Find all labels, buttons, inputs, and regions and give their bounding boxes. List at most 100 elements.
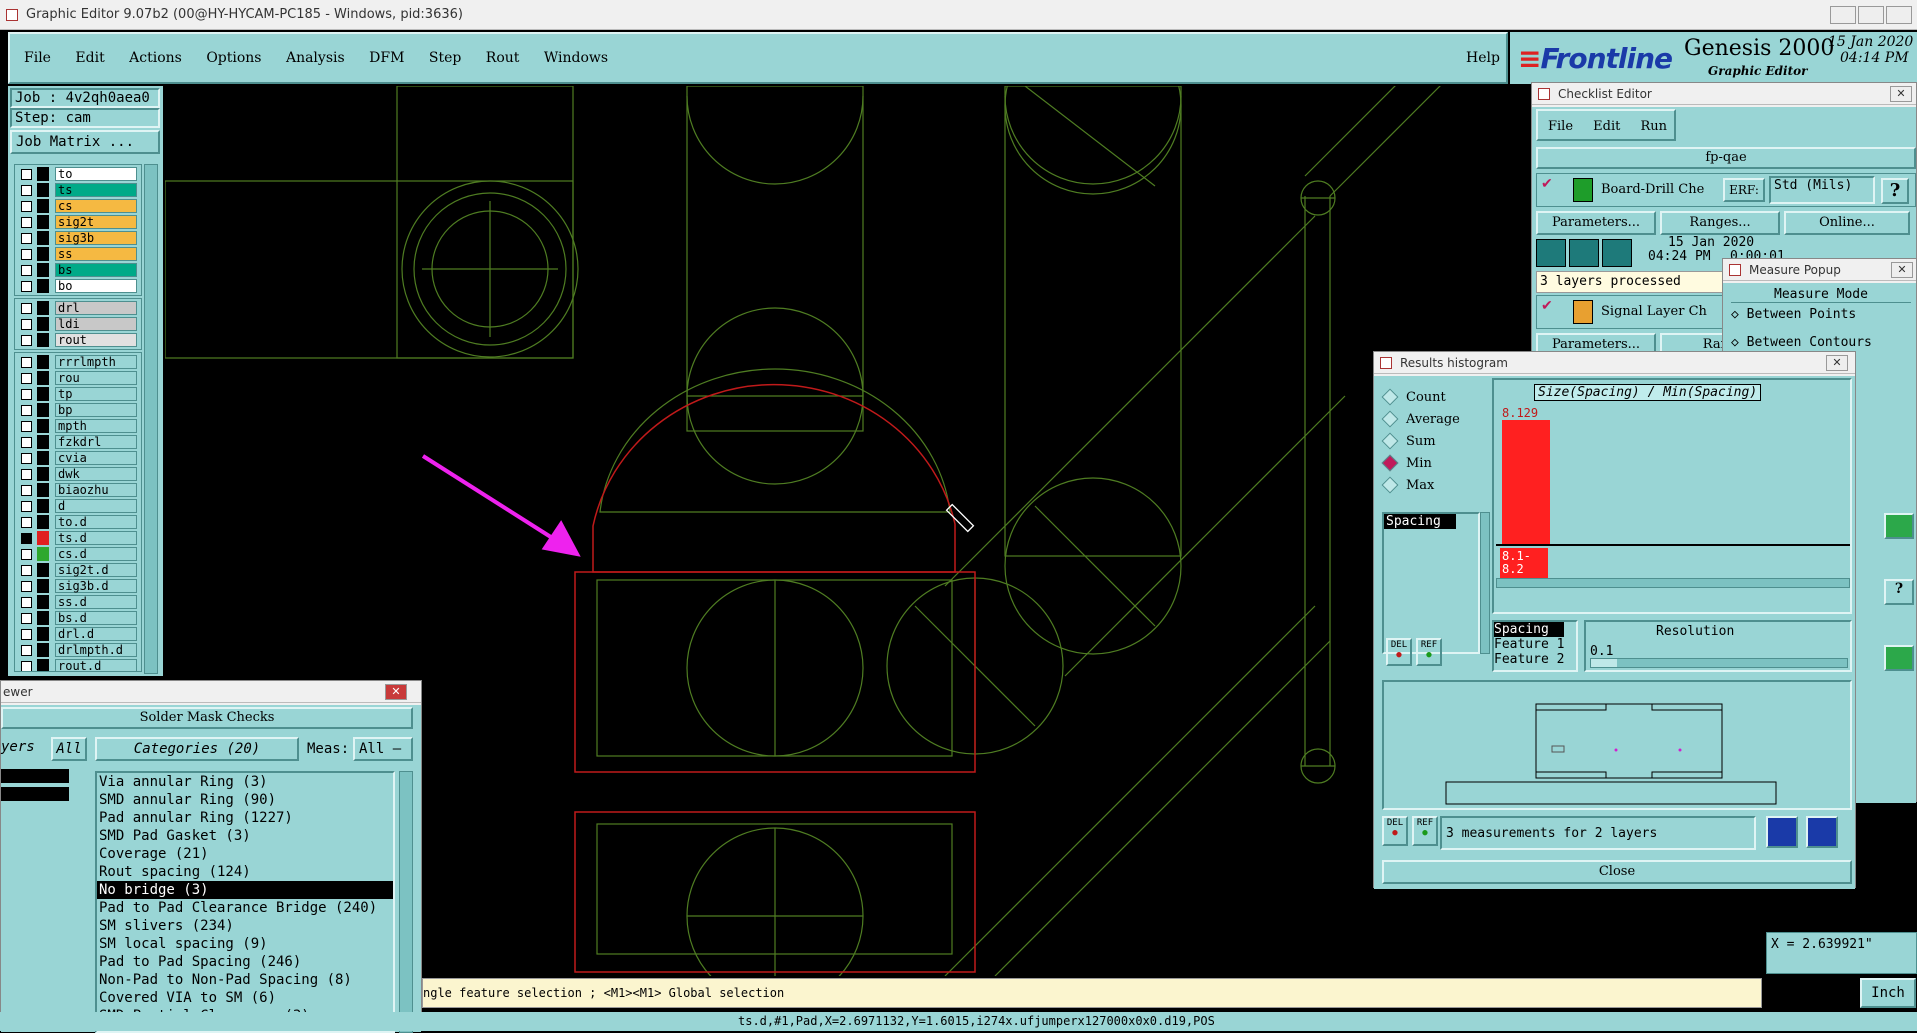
import-icon[interactable] (1806, 816, 1838, 848)
menu-actions[interactable]: Actions (129, 50, 182, 66)
layer-name[interactable]: bs (55, 263, 137, 277)
layer-color-swatch[interactable] (37, 419, 49, 433)
layer-name[interactable]: to (55, 167, 137, 181)
close-button[interactable] (1886, 6, 1912, 24)
layer-color-swatch[interactable] (37, 317, 49, 331)
layer-checkbox[interactable] (20, 280, 32, 292)
layer-color-swatch[interactable] (37, 531, 49, 545)
aggregate-radio[interactable]: Max (1381, 474, 1484, 496)
aggregate-radio[interactable]: Sum (1381, 430, 1484, 452)
layer-checkbox[interactable] (20, 644, 32, 656)
layer-color-swatch[interactable] (37, 563, 49, 577)
menu-dfm[interactable]: DFM (369, 50, 404, 66)
layer-name[interactable]: sig3b (55, 231, 137, 245)
menu-edit[interactable]: Edit (75, 50, 104, 66)
menu-help[interactable]: Help (1466, 50, 1500, 66)
layer-row[interactable]: to.d (15, 514, 141, 530)
layer-name[interactable]: drlmpth.d (55, 643, 137, 657)
meas-dropdown[interactable]: All ‒ (353, 737, 413, 761)
layer-name[interactable]: sig2t (55, 215, 137, 229)
layer-row[interactable]: drl.d (15, 626, 141, 642)
layer-row[interactable]: cs (15, 198, 141, 214)
layer-name[interactable]: tp (55, 387, 137, 401)
layer-row[interactable]: drl (15, 300, 141, 316)
layer-checkbox[interactable] (20, 628, 32, 640)
layer-color-swatch[interactable] (37, 659, 49, 671)
layer-checkbox[interactable] (20, 200, 32, 212)
sel-item[interactable]: Feature 2 (1494, 652, 1576, 667)
layer-name[interactable]: biaozhu (55, 483, 137, 497)
categories-list[interactable]: Via annular Ring (3) SMD annular Ring (90… (95, 771, 395, 1033)
selection-list[interactable]: Spacing Feature 1 Feature 2 (1492, 620, 1578, 672)
menu-options[interactable]: Options (206, 50, 261, 66)
layer-color-swatch[interactable] (37, 627, 49, 641)
layer-checkbox[interactable] (20, 388, 32, 400)
layers-all-button[interactable]: All (51, 737, 87, 761)
layer-row[interactable]: ts.d (15, 530, 141, 546)
layer-checkbox[interactable] (20, 596, 32, 608)
layer-checkbox[interactable] (20, 436, 32, 448)
category-item[interactable]: Pad to Pad Clearance Bridge (240) (97, 899, 393, 917)
layer-color-swatch[interactable] (37, 355, 49, 369)
layer-scrollbar[interactable] (144, 164, 158, 674)
layer-color-swatch[interactable] (37, 451, 49, 465)
layer-color-swatch[interactable] (37, 611, 49, 625)
layer-name[interactable]: rou (55, 371, 137, 385)
layer-color-swatch[interactable] (37, 403, 49, 417)
categories-scrollbar[interactable] (399, 771, 413, 1033)
layer-checkbox[interactable] (20, 264, 32, 276)
checklist-menu-run[interactable]: Run (1641, 119, 1668, 134)
zoom-button-2[interactable] (1884, 645, 1914, 671)
layer-color-swatch[interactable] (37, 547, 49, 561)
layer-color-swatch[interactable] (37, 515, 49, 529)
measure-list-item[interactable]: Spacing (1384, 514, 1456, 529)
layer-name[interactable]: rout.d (55, 659, 137, 671)
category-item[interactable]: Pad to Pad Spacing (246) (97, 953, 393, 971)
aggregate-radio[interactable]: Count (1381, 386, 1484, 408)
layer-color-swatch[interactable] (37, 247, 49, 261)
layer-name[interactable]: sig3b.d (55, 579, 137, 593)
aggregate-radio[interactable]: Average (1381, 408, 1484, 430)
sel-item[interactable]: Feature 1 (1494, 637, 1576, 652)
erf-button[interactable]: ERF: (1723, 178, 1765, 202)
category-item[interactable]: SMD annular Ring (90) (97, 791, 393, 809)
layer-checkbox[interactable] (20, 548, 32, 560)
categories-button[interactable]: Categories (20) (95, 737, 299, 761)
category-item[interactable]: Pad annular Ring (1227) (97, 809, 393, 827)
export-icon[interactable] (1766, 816, 1798, 848)
layer-color-swatch[interactable] (37, 387, 49, 401)
layer-name[interactable]: cvia (55, 451, 137, 465)
resolution-slider[interactable] (1590, 658, 1848, 668)
between-points-option[interactable]: ◇ Between Points (1731, 307, 1856, 322)
del-button-2[interactable]: DEL ● (1382, 816, 1408, 846)
measure-close-button[interactable]: ✕ (1891, 262, 1913, 278)
layer-name[interactable]: ts.d (55, 531, 137, 545)
layer-name[interactable]: bs.d (55, 611, 137, 625)
zoom-button[interactable] (1884, 513, 1914, 539)
graph-hscrollbar[interactable] (1496, 578, 1850, 588)
job-matrix-button[interactable]: Job Matrix ... (10, 130, 160, 154)
layer-checkbox[interactable] (20, 500, 32, 512)
layer-row[interactable]: cs.d (15, 546, 141, 562)
layer-row[interactable]: bo (15, 278, 141, 294)
help-button[interactable]: ? (1881, 178, 1909, 204)
layer-color-swatch[interactable] (37, 499, 49, 513)
ref-button[interactable]: REF ● (1416, 638, 1442, 666)
layer-checkbox[interactable] (20, 334, 32, 346)
layer-name[interactable]: bo (55, 279, 137, 293)
layer-checkbox[interactable] (20, 516, 32, 528)
help-button-3[interactable]: ? (1884, 579, 1914, 605)
layer-name[interactable]: to.d (55, 515, 137, 529)
layer-name[interactable]: d (55, 499, 137, 513)
layer-color-swatch[interactable] (37, 371, 49, 385)
category-item[interactable]: Non-Pad to Non-Pad Spacing (8) (97, 971, 393, 989)
layer-name[interactable]: dwk (55, 467, 137, 481)
histogram-close-button[interactable]: ✕ (1826, 355, 1848, 371)
layer-name[interactable]: sig2t.d (55, 563, 137, 577)
layer-color-swatch[interactable] (37, 435, 49, 449)
del-button[interactable]: DEL ● (1386, 638, 1412, 666)
layer-color-swatch[interactable] (37, 199, 49, 213)
layer-checkbox[interactable] (20, 420, 32, 432)
layer-row[interactable]: bs (15, 262, 141, 278)
run-icon[interactable] (1569, 239, 1599, 267)
